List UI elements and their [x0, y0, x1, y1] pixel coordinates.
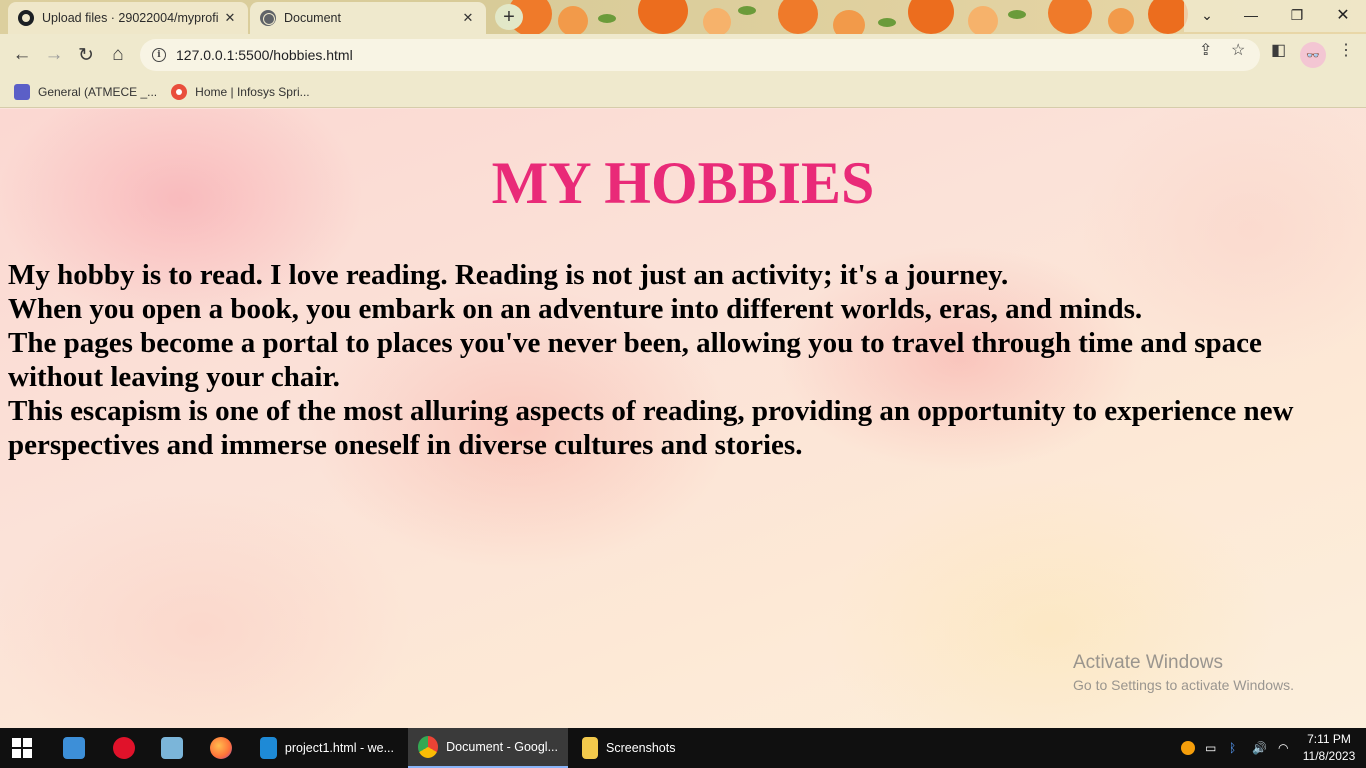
tray-vlc-icon[interactable] — [1181, 728, 1195, 768]
taskbar-screenshots[interactable]: Screenshots — [572, 728, 722, 768]
bookmarks-bar: General (ATMECE _... Home | Infosys Spri… — [0, 76, 1366, 108]
system-clock[interactable]: 7:11 PM 11/8/2023 — [1296, 731, 1362, 765]
close-tab-icon[interactable]: ✕ — [222, 10, 238, 26]
bluetooth-icon[interactable]: ᛒ — [1229, 728, 1236, 768]
clock-date: 11/8/2023 — [1302, 749, 1356, 763]
folder-icon — [582, 737, 598, 759]
taskbar-app-label: Screenshots — [606, 741, 676, 755]
browser-toolbar: ← → ↻ ⌂ i 127.0.0.1:5500/hobbies.html ⇪ … — [0, 34, 1366, 76]
start-button[interactable] — [12, 728, 32, 768]
taskbar-opera[interactable] — [113, 728, 135, 768]
chrome-icon — [418, 736, 439, 758]
battery-icon[interactable]: ▭ — [1205, 728, 1216, 768]
watermark-subtitle: Go to Settings to activate Windows. — [1073, 677, 1294, 693]
page-viewport: MY HOBBIES My hobby is to read. I love r… — [0, 109, 1366, 728]
clock-time: 7:11 PM — [1307, 732, 1351, 746]
bookmark-label: Home | Infosys Spri... — [195, 84, 310, 99]
minimize-button[interactable]: — — [1228, 0, 1274, 30]
tab-title: Document — [284, 11, 341, 25]
share-icon[interactable]: ⇪ — [1199, 40, 1212, 60]
taskbar-chrome[interactable]: Document - Googl... — [408, 728, 568, 768]
paragraph-line: My hobby is to read. I love reading. Rea… — [8, 259, 1009, 291]
profile-avatar[interactable]: 👓 — [1300, 42, 1326, 68]
bookmark-infosys[interactable]: Home | Infosys Spri... — [171, 83, 310, 100]
page-title: MY HOBBIES — [491, 150, 875, 216]
taskbar-vscode[interactable]: project1.html - we... — [250, 728, 404, 768]
hobby-paragraph: My hobby is to read. I love reading. Rea… — [8, 258, 1358, 462]
bookmark-star-icon[interactable]: ☆ — [1231, 40, 1245, 60]
bookmark-label: General (ATMECE _... — [38, 84, 158, 99]
paragraph-line: When you open a book, you embark on an a… — [8, 293, 1143, 325]
taskbar-firefox[interactable] — [210, 728, 232, 768]
menu-icon[interactable]: ⋮ — [1338, 40, 1354, 60]
firefox-icon — [210, 737, 232, 759]
taskbar-notes[interactable] — [161, 728, 183, 768]
home-button[interactable]: ⌂ — [104, 41, 132, 69]
back-button[interactable]: ← — [8, 41, 36, 69]
activate-windows-watermark: Activate Windows Go to Settings to activ… — [1073, 652, 1294, 693]
new-tab-button[interactable]: + — [495, 4, 523, 30]
address-bar[interactable]: i 127.0.0.1:5500/hobbies.html — [140, 39, 1260, 71]
paragraph-line: The pages become a portal to places you'… — [8, 327, 1262, 393]
taskbar-explorer[interactable] — [63, 728, 85, 768]
vscode-icon — [260, 737, 277, 759]
teams-icon — [14, 83, 30, 100]
taskbar: project1.html - we... Document - Googl..… — [0, 728, 1366, 768]
site-info-icon[interactable]: i — [152, 48, 166, 62]
tab-strip: Upload files · 29022004/myprofi ✕ Docume… — [0, 0, 1366, 34]
reload-button[interactable]: ↻ — [72, 41, 100, 69]
taskbar-app-label: project1.html - we... — [284, 741, 394, 755]
url-text: 127.0.0.1:5500/hobbies.html — [176, 47, 353, 63]
tab-title: Upload files · 29022004/myprofi — [42, 11, 219, 25]
tab-document[interactable]: Document ✕ — [250, 2, 486, 34]
close-tab-icon[interactable]: ✕ — [460, 10, 476, 26]
side-panel-icon[interactable]: ◧ — [1271, 40, 1286, 60]
volume-icon[interactable]: 🔊 — [1252, 728, 1267, 768]
opera-icon — [113, 737, 135, 759]
bookmark-general[interactable]: General (ATMECE _... — [14, 83, 158, 100]
tab-upload-files[interactable]: Upload files · 29022004/myprofi ✕ — [8, 2, 248, 34]
pinned-app-icon — [161, 737, 183, 759]
github-icon — [18, 10, 34, 26]
forward-button[interactable]: → — [40, 41, 68, 69]
windows-icon — [12, 738, 32, 758]
pinned-app-icon — [63, 737, 85, 759]
taskbar-app-label: Document - Googl... — [446, 740, 558, 754]
watermark-title: Activate Windows — [1073, 652, 1223, 673]
paragraph-line: This escapism is one of the most allurin… — [8, 395, 1294, 461]
tab-search-icon[interactable]: ⌄ — [1184, 0, 1230, 30]
globe-icon — [260, 10, 276, 26]
infosys-icon — [171, 83, 188, 100]
restore-button[interactable]: ❐ — [1274, 0, 1320, 30]
close-window-button[interactable]: ✕ — [1320, 0, 1366, 30]
wifi-icon[interactable]: ◠ — [1278, 728, 1288, 768]
